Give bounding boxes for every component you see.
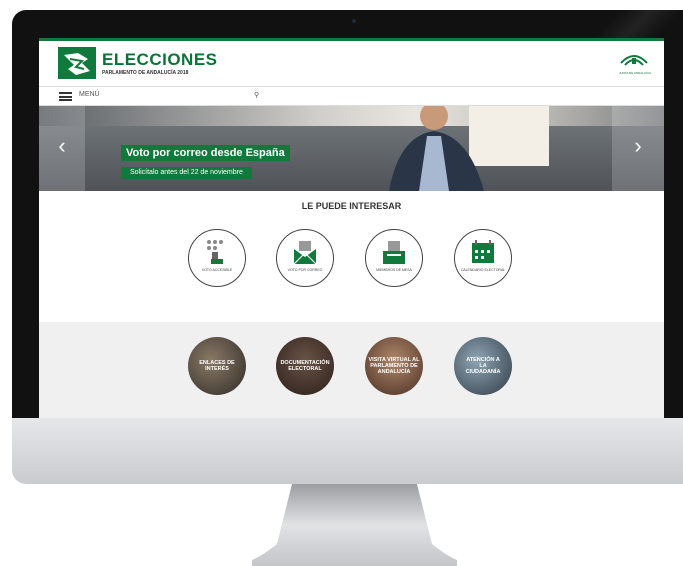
interest-label: CALENDARIO ELECTORAL xyxy=(460,268,506,272)
slider-next-chevron-icon[interactable]: › xyxy=(612,106,664,191)
voto-por-correo-button[interactable]: VOTO POR CORREO xyxy=(276,229,334,287)
ballot-box-icon xyxy=(383,241,405,264)
webcam xyxy=(352,19,356,23)
site-header: ELECCIONES PARLAMENTO DE ANDALUCÍA 2018 … xyxy=(39,41,664,86)
interest-label: VOTO POR CORREO xyxy=(287,268,323,272)
interest-label: VOTO ACCESIBLE xyxy=(201,268,233,272)
visita-virtual-link[interactable]: VISITA VIRTUAL AL PARLAMENTO DE ANDALUCÍ… xyxy=(365,337,423,395)
links-band: ENLACES DE INTERÉS DOCUMENTACIÓN ELECTOR… xyxy=(39,322,664,418)
link-label: VISITA VIRTUAL AL PARLAMENTO DE ANDALUCÍ… xyxy=(368,356,420,376)
hero-subtitle: Solicítalo antes del 22 de noviembre xyxy=(121,167,252,179)
calendar-icon xyxy=(472,240,494,263)
hero-caption[interactable]: Voto por correo desde España Solicítalo … xyxy=(121,143,290,179)
voto-accesible-button[interactable]: VOTO ACCESIBLE xyxy=(188,229,246,287)
menu-button[interactable]: MENÚ xyxy=(79,91,100,98)
link-label: ENLACES DE INTERÉS xyxy=(199,359,235,372)
hamburger-icon[interactable] xyxy=(59,92,72,101)
documentacion-electoral-link[interactable]: DOCUMENTACIÓN ELECTORAL xyxy=(276,337,334,395)
junta-label: JUNTA DE ANDALUCIA xyxy=(618,71,652,75)
site-title[interactable]: ELECCIONES xyxy=(102,50,218,70)
monitor-chin xyxy=(12,418,683,484)
envelope-icon xyxy=(293,241,317,265)
site-subtitle: PARLAMENTO DE ANDALUCÍA 2018 xyxy=(102,70,189,76)
link-label: DOCUMENTACIÓN ELECTORAL xyxy=(280,359,330,372)
hero-photo-person xyxy=(389,106,484,191)
calendario-electoral-button[interactable]: CALENDARIO ELECTORAL xyxy=(454,229,512,287)
slider-prev-chevron-icon[interactable]: ‹ xyxy=(39,106,85,191)
enlaces-de-interes-link[interactable]: ENLACES DE INTERÉS xyxy=(188,337,246,395)
parlamento-logo-icon[interactable] xyxy=(58,47,96,79)
website-screen: ELECCIONES PARLAMENTO DE ANDALUCÍA 2018 … xyxy=(39,38,664,418)
monitor-stand xyxy=(252,484,457,566)
miembros-de-mesa-button[interactable]: MIEMBROS DE MESA xyxy=(365,229,423,287)
hero-slider: ‹ › Voto por correo desde España Solicít… xyxy=(39,106,664,191)
hero-title[interactable]: Voto por correo desde España xyxy=(121,145,290,161)
search-icon[interactable]: ⚲ xyxy=(254,91,259,99)
interest-label: MIEMBROS DE MESA xyxy=(376,268,412,272)
interest-title: LE PUEDE INTERESAR xyxy=(301,201,402,211)
interest-section: LE PUEDE INTERESAR VOTO ACCESIBLE VOTO P… xyxy=(39,191,664,324)
braille-hand-icon xyxy=(207,240,223,264)
link-label: ATENCIÓN A LA CIUDADANÍA xyxy=(465,356,501,376)
nav-bar: MENÚ ⚲ xyxy=(39,86,664,106)
atencion-ciudadania-link[interactable]: ATENCIÓN A LA CIUDADANÍA xyxy=(454,337,512,395)
junta-andalucia-icon[interactable] xyxy=(619,49,649,69)
